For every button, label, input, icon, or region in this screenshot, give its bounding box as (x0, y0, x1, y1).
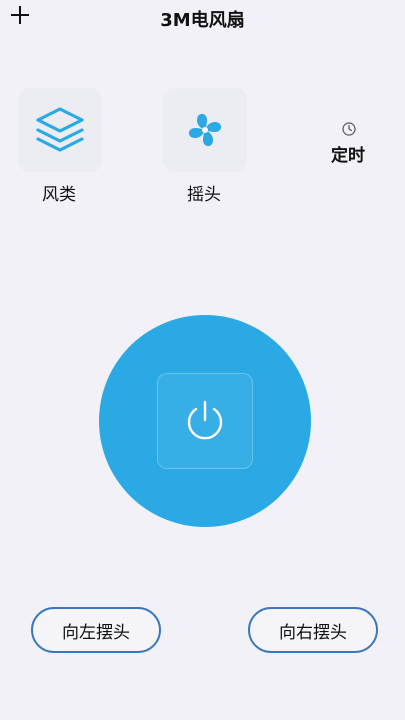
wind-type-button[interactable]: 风类 (18, 88, 104, 205)
swing-button[interactable]: 摇头 (163, 88, 249, 205)
layers-icon (18, 88, 102, 172)
timer-button[interactable]: 定时 (325, 115, 375, 167)
wind-type-label: 风类 (42, 185, 76, 205)
page-title: 3M电风扇 (160, 10, 245, 31)
swing-label: 摇头 (187, 185, 221, 205)
power-icon (187, 400, 223, 440)
top-bar: 3M电风扇 (0, 0, 405, 40)
swing-right-button[interactable]: 向右摆头 (248, 607, 378, 653)
power-button[interactable] (157, 373, 253, 469)
fan-icon (163, 88, 247, 172)
clock-icon (341, 121, 357, 141)
swing-left-button[interactable]: 向左摆头 (31, 607, 161, 653)
power-circle (99, 315, 311, 527)
timer-label: 定时 (331, 146, 365, 166)
